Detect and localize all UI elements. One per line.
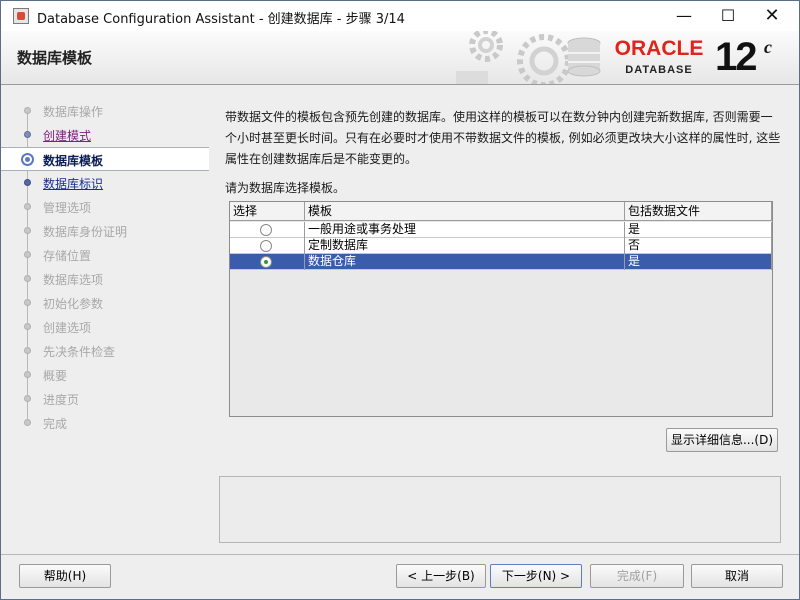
datafiles-cell: 是 (625, 254, 772, 270)
oracle-logo: ORACLE DATABASE (607, 37, 711, 79)
column-header-template[interactable]: 模板 (305, 202, 625, 221)
column-header-datafiles[interactable]: 包括数据文件 (625, 202, 772, 221)
version-number: 12 (715, 35, 757, 79)
step-label-current: 数据库模板 (43, 154, 104, 168)
minimize-button[interactable]: — (661, 1, 707, 31)
template-radio-button-selected[interactable] (260, 256, 272, 268)
oracle-wordmark: ORACLE (614, 37, 704, 60)
database-wordmark: DATABASE (625, 64, 693, 76)
table-row[interactable]: 定制数据库 否 (230, 238, 772, 254)
step-label: 数据库操作 (43, 105, 104, 119)
template-radio-button[interactable] (260, 224, 272, 236)
close-button[interactable]: ✕ (749, 1, 795, 31)
table-row-selected[interactable]: 数据仓库 是 (230, 254, 772, 270)
template-radio-button[interactable] (260, 240, 272, 252)
maximize-button[interactable]: ☐ (705, 1, 751, 31)
column-header-select[interactable]: 选择 (230, 202, 305, 221)
show-details-button[interactable]: 显示详细信息...(D) (666, 428, 778, 452)
footer-divider (1, 554, 799, 555)
template-name-cell: 数据仓库 (305, 254, 625, 270)
select-cell (230, 254, 305, 270)
step-dot-icon (24, 275, 31, 282)
select-cell (230, 222, 305, 238)
gears-graphic-icon (456, 31, 601, 84)
step-item[interactable]: 创建模式 (1, 123, 209, 147)
step-item: 进度页 (1, 387, 209, 411)
select-template-prompt: 请为数据库选择模板。 (225, 181, 346, 195)
step-item: 概要 (1, 363, 209, 387)
table-row[interactable]: 一般用途或事务处理 是 (230, 222, 772, 238)
step-item: 数据库操作 (1, 99, 209, 123)
step-label: 创建选项 (43, 321, 92, 335)
template-table: 选择 模板 包括数据文件 一般用途或事务处理 是 定制数据库 否 数据仓库 是 (229, 201, 773, 417)
table-header: 选择 模板 包括数据文件 (230, 202, 772, 221)
current-step-icon (21, 153, 34, 166)
step-item: 先决条件检查 (1, 339, 209, 363)
step-item: 管理选项 (1, 195, 209, 219)
step-label: 存储位置 (43, 249, 92, 263)
step-label: 数据库身份证明 (43, 225, 128, 239)
version-suffix: c (764, 37, 772, 57)
step-dot-icon (24, 251, 31, 258)
page-title: 数据库模板 (17, 49, 93, 67)
step-label: 管理选项 (43, 201, 92, 215)
header-banner: 数据库模板 ORACLE DATABASE 12 c (1, 31, 799, 85)
step-label: 完成 (43, 417, 68, 431)
cancel-button[interactable]: 取消 (691, 564, 783, 588)
window-title: Database Configuration Assistant - 创建数据库… (37, 12, 405, 27)
select-cell (230, 238, 305, 254)
step-dot-icon (24, 179, 31, 186)
step-link-db-identification[interactable]: 数据库标识 (43, 175, 103, 192)
step-dot-icon (24, 395, 31, 402)
step-item[interactable]: 数据库标识 (1, 171, 209, 195)
title-bar: Database Configuration Assistant - 创建数据库… (1, 1, 799, 31)
template-description: 带数据文件的模板包含预先创建的数据库。使用这样的模板可以在数分钟内创建完新数据库… (225, 110, 781, 166)
java-app-icon (13, 8, 29, 24)
step-dot-icon (24, 107, 31, 114)
step-dot-icon (24, 371, 31, 378)
step-label: 初始化参数 (43, 297, 104, 311)
datafiles-cell: 是 (625, 222, 772, 238)
step-item: 存储位置 (1, 243, 209, 267)
step-item: 创建选项 (1, 315, 209, 339)
details-info-panel (219, 476, 781, 543)
step-dot-icon (24, 203, 31, 210)
step-item: 数据库身份证明 (1, 219, 209, 243)
step-item: 初始化参数 (1, 291, 209, 315)
back-button[interactable]: < 上一步(B) (396, 564, 486, 588)
step-dot-icon (24, 419, 31, 426)
step-link-create-mode[interactable]: 创建模式 (43, 127, 91, 144)
step-item: 完成 (1, 411, 209, 435)
help-button[interactable]: 帮助(H) (19, 564, 111, 588)
next-button[interactable]: 下一步(N) > (490, 564, 582, 588)
template-name-cell: 一般用途或事务处理 (305, 222, 625, 238)
template-name-cell: 定制数据库 (305, 238, 625, 254)
step-navigation: 数据库操作 创建模式 数据库模板 数据库标识 管理选项 数据库身份证明 存储位置… (1, 91, 209, 551)
content-panel: 带数据文件的模板包含预先创建的数据库。使用这样的模板可以在数分钟内创建完新数据库… (213, 91, 789, 551)
step-label: 进度页 (43, 393, 80, 407)
step-dot-icon (24, 347, 31, 354)
dbca-window: Database Configuration Assistant - 创建数据库… (0, 0, 800, 600)
step-label: 概要 (43, 369, 68, 383)
step-dot-icon (24, 227, 31, 234)
step-dot-icon (24, 131, 31, 138)
step-label: 先决条件检查 (43, 345, 116, 359)
datafiles-cell: 否 (625, 238, 772, 254)
step-dot-icon (24, 299, 31, 306)
step-item-current: 数据库模板 (1, 147, 209, 171)
step-dot-icon (24, 323, 31, 330)
step-label: 数据库选项 (43, 273, 104, 287)
step-item: 数据库选项 (1, 267, 209, 291)
finish-button[interactable]: 完成(F) (590, 564, 684, 588)
